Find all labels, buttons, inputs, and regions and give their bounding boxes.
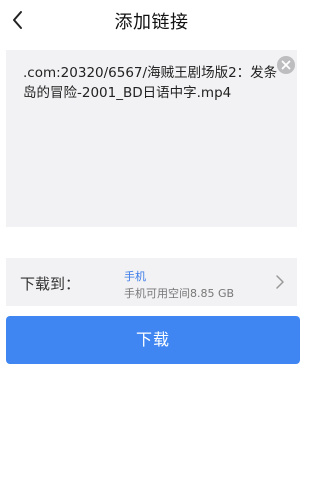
chevron-right-icon <box>275 274 285 290</box>
close-icon <box>281 60 291 70</box>
page-title: 添加链接 <box>114 12 189 33</box>
available-space: 手机可用空间8.85 GB <box>124 287 235 300</box>
header-bar: 添加链接 <box>0 0 303 42</box>
destination-name: 手机 <box>124 270 146 283</box>
link-input-area[interactable]: .com:20320/6567/海贼王剧场版2：发条岛的冒险-2001_BD日语… <box>6 50 297 227</box>
clear-button[interactable] <box>277 56 295 74</box>
download-destination-row[interactable]: 下载到： 手机 手机可用空间8.85 GB <box>6 258 297 306</box>
link-text[interactable]: .com:20320/6567/海贼王剧场版2：发条岛的冒险-2001_BD日语… <box>23 63 283 103</box>
download-button[interactable]: 下载 <box>6 316 300 364</box>
destination-label: 下载到： <box>20 275 81 293</box>
